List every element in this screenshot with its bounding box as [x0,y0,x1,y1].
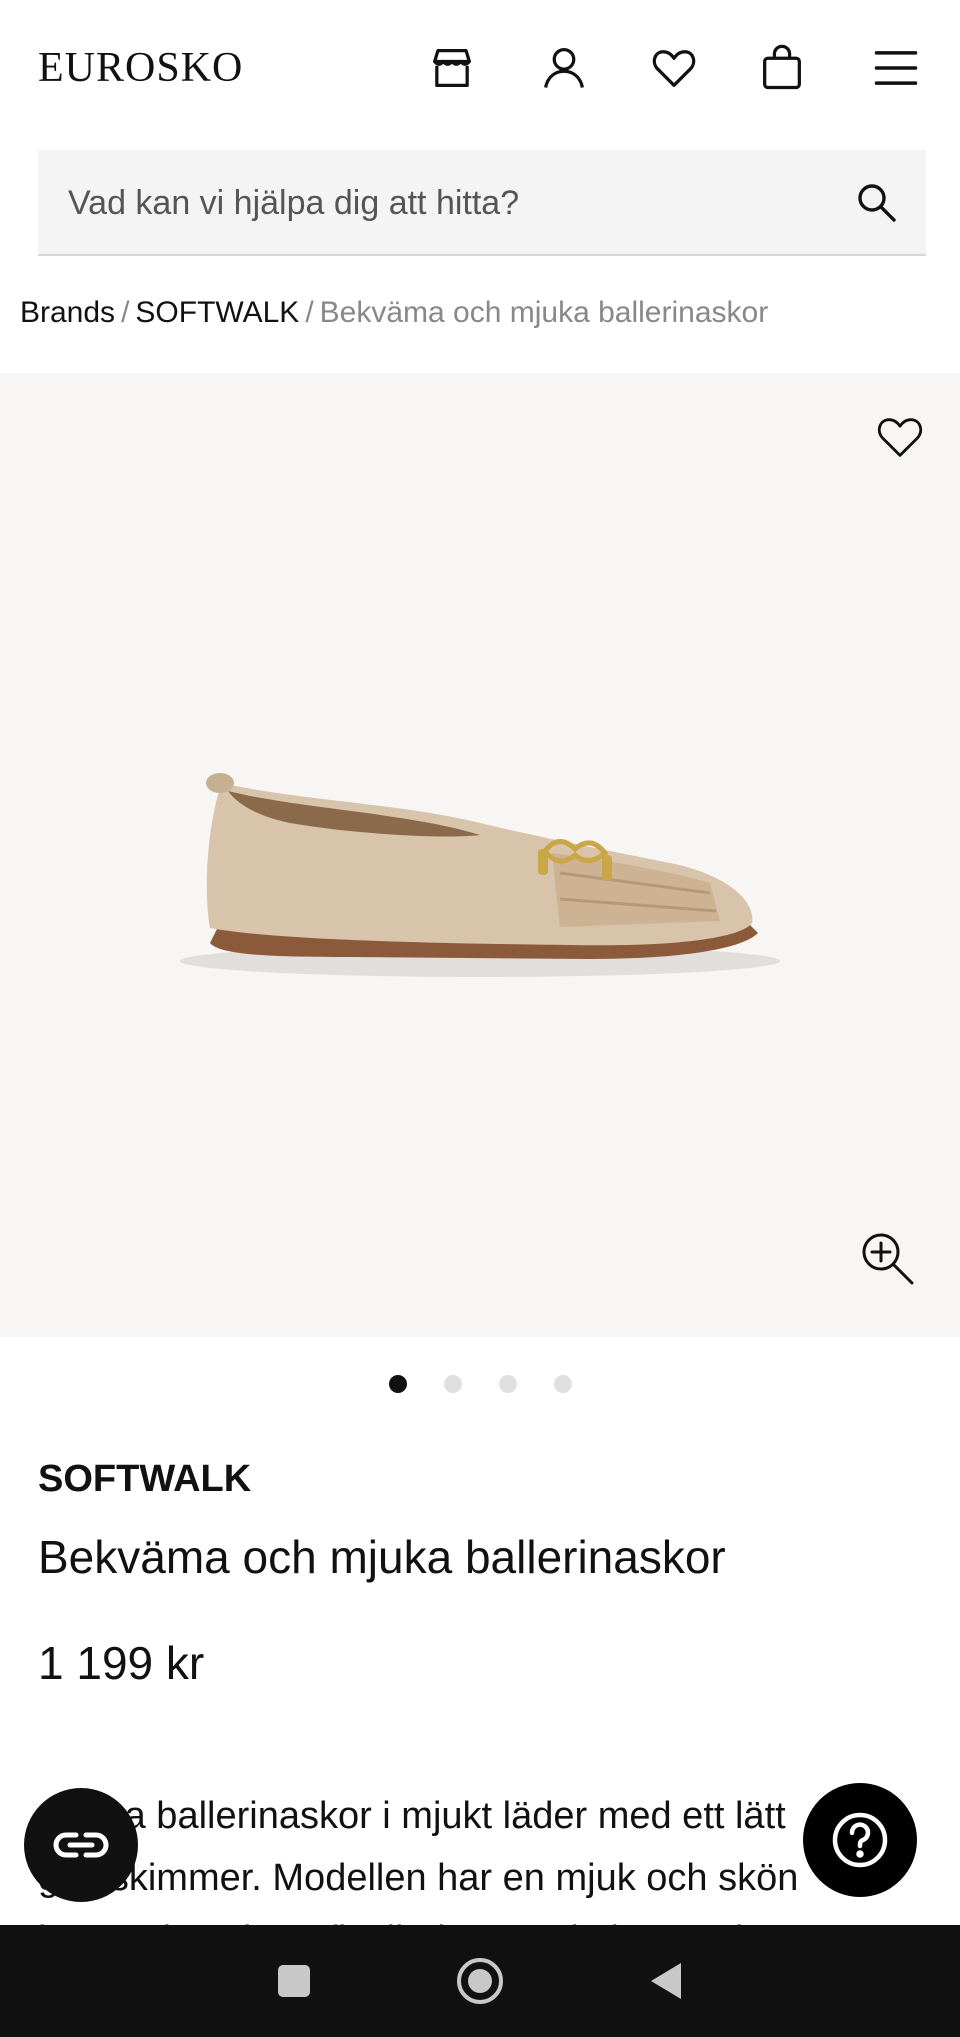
account-icon[interactable] [534,38,594,98]
recents-icon[interactable] [266,1953,322,2009]
accessibility-button[interactable] [24,1788,138,1902]
pagination-dot[interactable] [498,1375,517,1393]
breadcrumb-separator: / [305,296,314,329]
breadcrumb-separator: / [121,296,130,329]
product-brand[interactable]: SOFTWALK [38,1458,251,1501]
back-icon[interactable] [638,1953,694,2009]
zoom-in-icon[interactable] [858,1229,916,1287]
wishlist-icon[interactable] [644,38,704,98]
help-icon [832,1812,888,1868]
breadcrumb-brands[interactable]: Brands [20,296,115,329]
product-name: Bekväma och mjuka ballerinaskor [38,1531,726,1583]
cart-icon[interactable] [752,38,812,98]
breadcrumb: Brands / SOFTWALK / Bekväma och mjuka baller… [20,296,768,330]
pagination-dot[interactable] [553,1375,572,1393]
gallery-pagination [0,1375,960,1393]
product-description: Sköna ballerinaskor i mjukt läder med et… [38,1795,799,1925]
store-icon[interactable] [422,38,482,98]
search-bar [38,150,926,256]
site-header: EUROSKO [0,0,960,140]
menu-icon[interactable] [866,38,926,98]
help-button[interactable] [803,1783,917,1897]
link-icon [53,1832,109,1858]
system-navigation-bar [0,1925,960,2037]
product-image [180,773,780,977]
product-price: 1 199 kr [38,1637,205,1689]
search-input[interactable] [66,150,850,256]
home-icon[interactable] [452,1953,508,2009]
breadcrumb-current: Bekväma och mjuka ballerinaskor [319,296,769,329]
pagination-dot[interactable] [443,1375,462,1393]
pagination-dot[interactable] [388,1375,407,1393]
search-icon[interactable] [854,180,898,224]
eurosko-logo[interactable]: EUROSKO [38,44,243,92]
product-gallery[interactable] [0,373,960,1337]
breadcrumb-softwalk[interactable]: SOFTWALK [135,296,299,329]
heart-icon[interactable] [874,411,926,463]
